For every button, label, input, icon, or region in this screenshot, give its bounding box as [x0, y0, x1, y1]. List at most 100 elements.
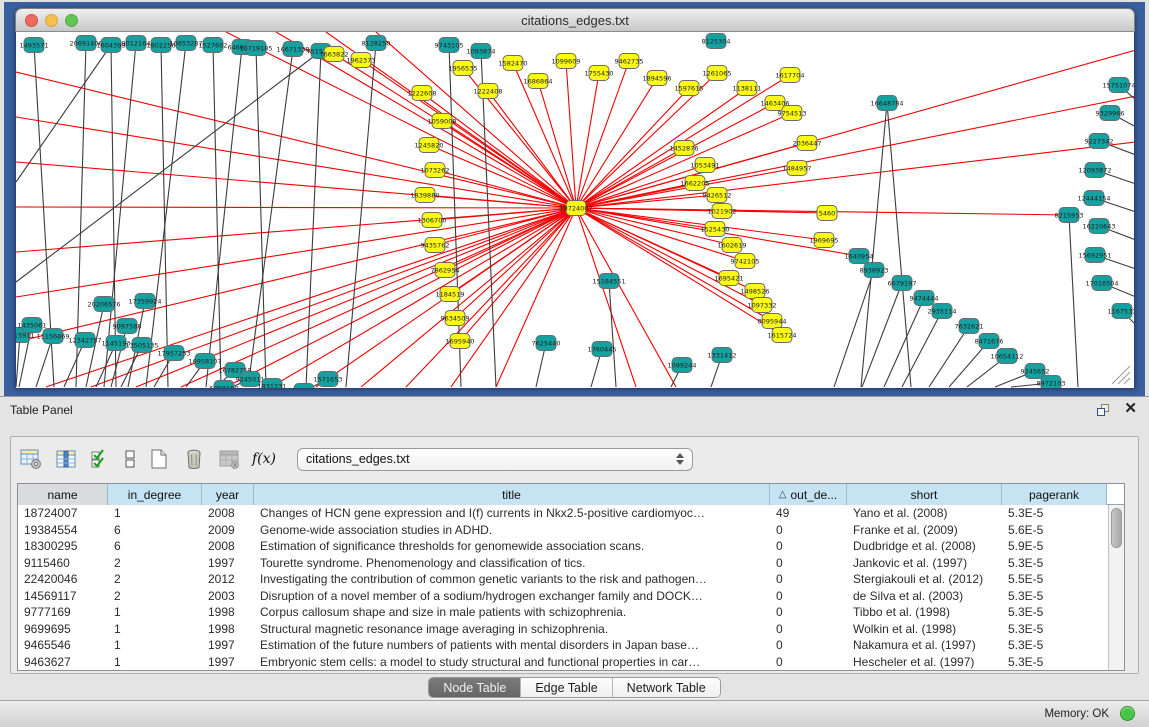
- graph-node[interactable]: 1760445: [588, 342, 617, 357]
- graph-node[interactable]: 1839880: [411, 188, 440, 203]
- network-view[interactable]: 1872400714935712069140616043999012164180…: [15, 32, 1135, 388]
- graph-node[interactable]: 1484957: [783, 161, 812, 176]
- graph-edge-red[interactable]: [576, 103, 775, 208]
- graph-node[interactable]: 1099609: [552, 54, 581, 69]
- graph-edge[interactable]: [929, 326, 969, 387]
- graph-node[interactable]: 1021902: [708, 204, 737, 219]
- column-header-year[interactable]: year: [202, 484, 254, 505]
- network-graph[interactable]: 1872400714935712069140616043999012164180…: [16, 32, 1135, 388]
- column-select-button[interactable]: [52, 445, 80, 473]
- table-row[interactable]: 1872400712008Changes of HCN gene express…: [18, 505, 1124, 522]
- graph-edge-red[interactable]: [576, 113, 792, 208]
- window-titlebar[interactable]: citations_edges.txt: [15, 8, 1135, 32]
- scrollbar-thumb[interactable]: [1111, 508, 1122, 548]
- graph-node[interactable]: 9474444: [910, 291, 939, 306]
- canvas-resize-grip[interactable]: [1118, 372, 1130, 384]
- graph-edge[interactable]: [1069, 215, 1078, 387]
- graph-edge-red[interactable]: [451, 208, 576, 387]
- graph-edge-red[interactable]: [226, 208, 576, 387]
- graph-node[interactable]: 8128250: [362, 36, 391, 51]
- column-header-in_degree[interactable]: in_degree: [108, 484, 202, 505]
- column-header-title[interactable]: title: [254, 484, 770, 505]
- graph-edge-red[interactable]: [576, 61, 629, 208]
- graph-edge[interactable]: [161, 45, 168, 387]
- graph-node[interactable]: 1969695: [810, 233, 839, 248]
- tab-edge-table[interactable]: Edge Table: [521, 678, 612, 697]
- graph-edge-red[interactable]: [422, 93, 576, 208]
- graph-node[interactable]: 1602619: [718, 238, 747, 253]
- graph-node[interactable]: 1053491: [691, 158, 720, 173]
- graph-node[interactable]: 15184551: [592, 274, 625, 289]
- close-panel-button[interactable]: ✕: [1124, 401, 1137, 417]
- tab-node-table[interactable]: Node Table: [429, 678, 521, 697]
- canvas-resize-grip[interactable]: [1124, 378, 1130, 384]
- graph-node[interactable]: 1093874: [467, 44, 496, 59]
- graph-node[interactable]: 1331412: [708, 348, 737, 363]
- delete-rows-button[interactable]: [180, 445, 208, 473]
- graph-node[interactable]: 12342757: [68, 333, 101, 348]
- graph-node[interactable]: 16958107: [188, 354, 221, 369]
- table-row[interactable]: 1456911722003Disruption of a novel membe…: [18, 588, 1124, 605]
- tab-network-table[interactable]: Network Table: [613, 678, 720, 697]
- table-row[interactable]: 977716911998Corpus callosum shape and si…: [18, 604, 1124, 621]
- column-header-out_de[interactable]: △out_de...: [770, 484, 847, 505]
- graph-node[interactable]: 1184519: [436, 287, 465, 302]
- graph-edge[interactable]: [213, 45, 221, 387]
- graph-node[interactable]: 1617704: [776, 68, 805, 83]
- graph-node[interactable]: 6679197: [888, 276, 917, 291]
- graph-node[interactable]: 1686864: [524, 74, 553, 89]
- graph-node[interactable]: 15692951: [1078, 248, 1111, 263]
- graph-node[interactable]: 9227342: [1085, 134, 1114, 149]
- graph-node[interactable]: 12093872: [1078, 163, 1111, 178]
- graph-edge[interactable]: [16, 51, 321, 282]
- table-row[interactable]: 911546021997Tourette syndrome. Phenomeno…: [18, 555, 1124, 572]
- graph-edge[interactable]: [16, 45, 111, 182]
- graph-node[interactable]: 1582470: [499, 56, 528, 71]
- graph-edge[interactable]: [862, 283, 902, 387]
- graph-node[interactable]: 1695940: [446, 334, 475, 349]
- new-table-button[interactable]: [145, 445, 173, 473]
- table-row[interactable]: 969969511998Structural magnetic resonanc…: [18, 621, 1124, 638]
- graph-node[interactable]: 1755430: [585, 66, 614, 81]
- graph-node[interactable]: 16671338: [276, 42, 309, 57]
- graph-node[interactable]: 1525430: [701, 222, 730, 237]
- graph-edge-red[interactable]: [16, 117, 576, 208]
- vertical-scrollbar[interactable]: [1108, 505, 1124, 670]
- graph-node[interactable]: 1956535: [449, 61, 478, 76]
- graph-node[interactable]: 10654112: [990, 349, 1023, 364]
- graph-node[interactable]: 2036447: [793, 136, 822, 151]
- table-row[interactable]: 2242004622012Investigating the contribut…: [18, 571, 1124, 588]
- graph-node[interactable]: 9462735: [615, 54, 644, 69]
- function-builder-button[interactable]: f(x): [250, 445, 278, 473]
- graph-node[interactable]: 5460: [817, 206, 837, 221]
- row-select-button[interactable]: [87, 445, 115, 473]
- graph-node[interactable]: 1894596: [643, 71, 672, 86]
- graph-edge-red[interactable]: [16, 207, 576, 208]
- graph-node[interactable]: 1615724: [768, 328, 797, 343]
- graph-node[interactable]: 7625440: [532, 336, 561, 351]
- table-row[interactable]: 946362711997Embryonic stem cells: a mode…: [18, 654, 1124, 671]
- delete-table-button[interactable]: [215, 445, 243, 473]
- column-header-name[interactable]: name: [18, 484, 108, 505]
- graph-node[interactable]: 2935114: [928, 304, 957, 319]
- column-header-short[interactable]: short: [847, 484, 1002, 505]
- graph-edge[interactable]: [206, 47, 242, 387]
- graph-node[interactable]: 1261065: [703, 66, 732, 81]
- graph-edge-red[interactable]: [361, 208, 576, 387]
- graph-edge-red[interactable]: [271, 208, 576, 387]
- graph-edge-red[interactable]: [406, 208, 576, 387]
- graph-edge-red[interactable]: [46, 208, 576, 387]
- graph-node[interactable]: 8215953: [1055, 208, 1084, 223]
- graph-node[interactable]: 1138111: [733, 81, 762, 96]
- graph-node[interactable]: 1222608: [408, 86, 437, 101]
- graph-edge-red[interactable]: [576, 208, 782, 335]
- graph-node[interactable]: 9097588: [113, 319, 142, 334]
- graph-edge-red[interactable]: [566, 61, 576, 208]
- graph-node[interactable]: 1167533: [1108, 304, 1135, 319]
- table-row[interactable]: 1938455462009Genome-wide association stu…: [18, 522, 1124, 539]
- row-height-button[interactable]: [122, 445, 138, 473]
- table-selector-dropdown[interactable]: citations_edges.txt: [297, 448, 693, 471]
- graph-node[interactable]: 1527602: [199, 38, 228, 53]
- graph-edge-red[interactable]: [488, 91, 576, 208]
- graph-edge[interactable]: [861, 103, 887, 387]
